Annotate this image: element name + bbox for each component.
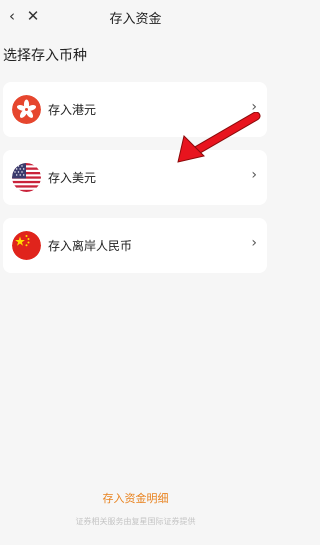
chevron-right-icon: › [251,235,257,251]
section-title: 选择存入币种 [3,48,87,64]
currency-option-cnh[interactable]: 存入离岸人民币 › [3,218,267,273]
currency-label: 存入离岸人民币 [48,239,133,253]
top-nav-bar: ‹ ✕ 存入资金 [0,0,271,34]
us-flag-icon [12,163,41,192]
currency-label: 存入港元 [48,103,97,117]
hk-flag-icon [12,95,41,124]
deposit-details-link[interactable]: 存入资金明细 [0,490,271,506]
footer-provider-note: 证券相关服务由复星国际证券提供 [75,517,196,526]
currency-option-usd[interactable]: 存入美元 › [3,150,267,205]
chevron-right-icon: › [251,99,257,115]
currency-label: 存入美元 [48,171,97,185]
chevron-right-icon: › [251,167,257,183]
currency-option-hkd[interactable]: 存入港元 › [3,82,267,137]
page-title: 存入资金 [109,12,162,27]
cn-flag-icon [12,231,41,260]
